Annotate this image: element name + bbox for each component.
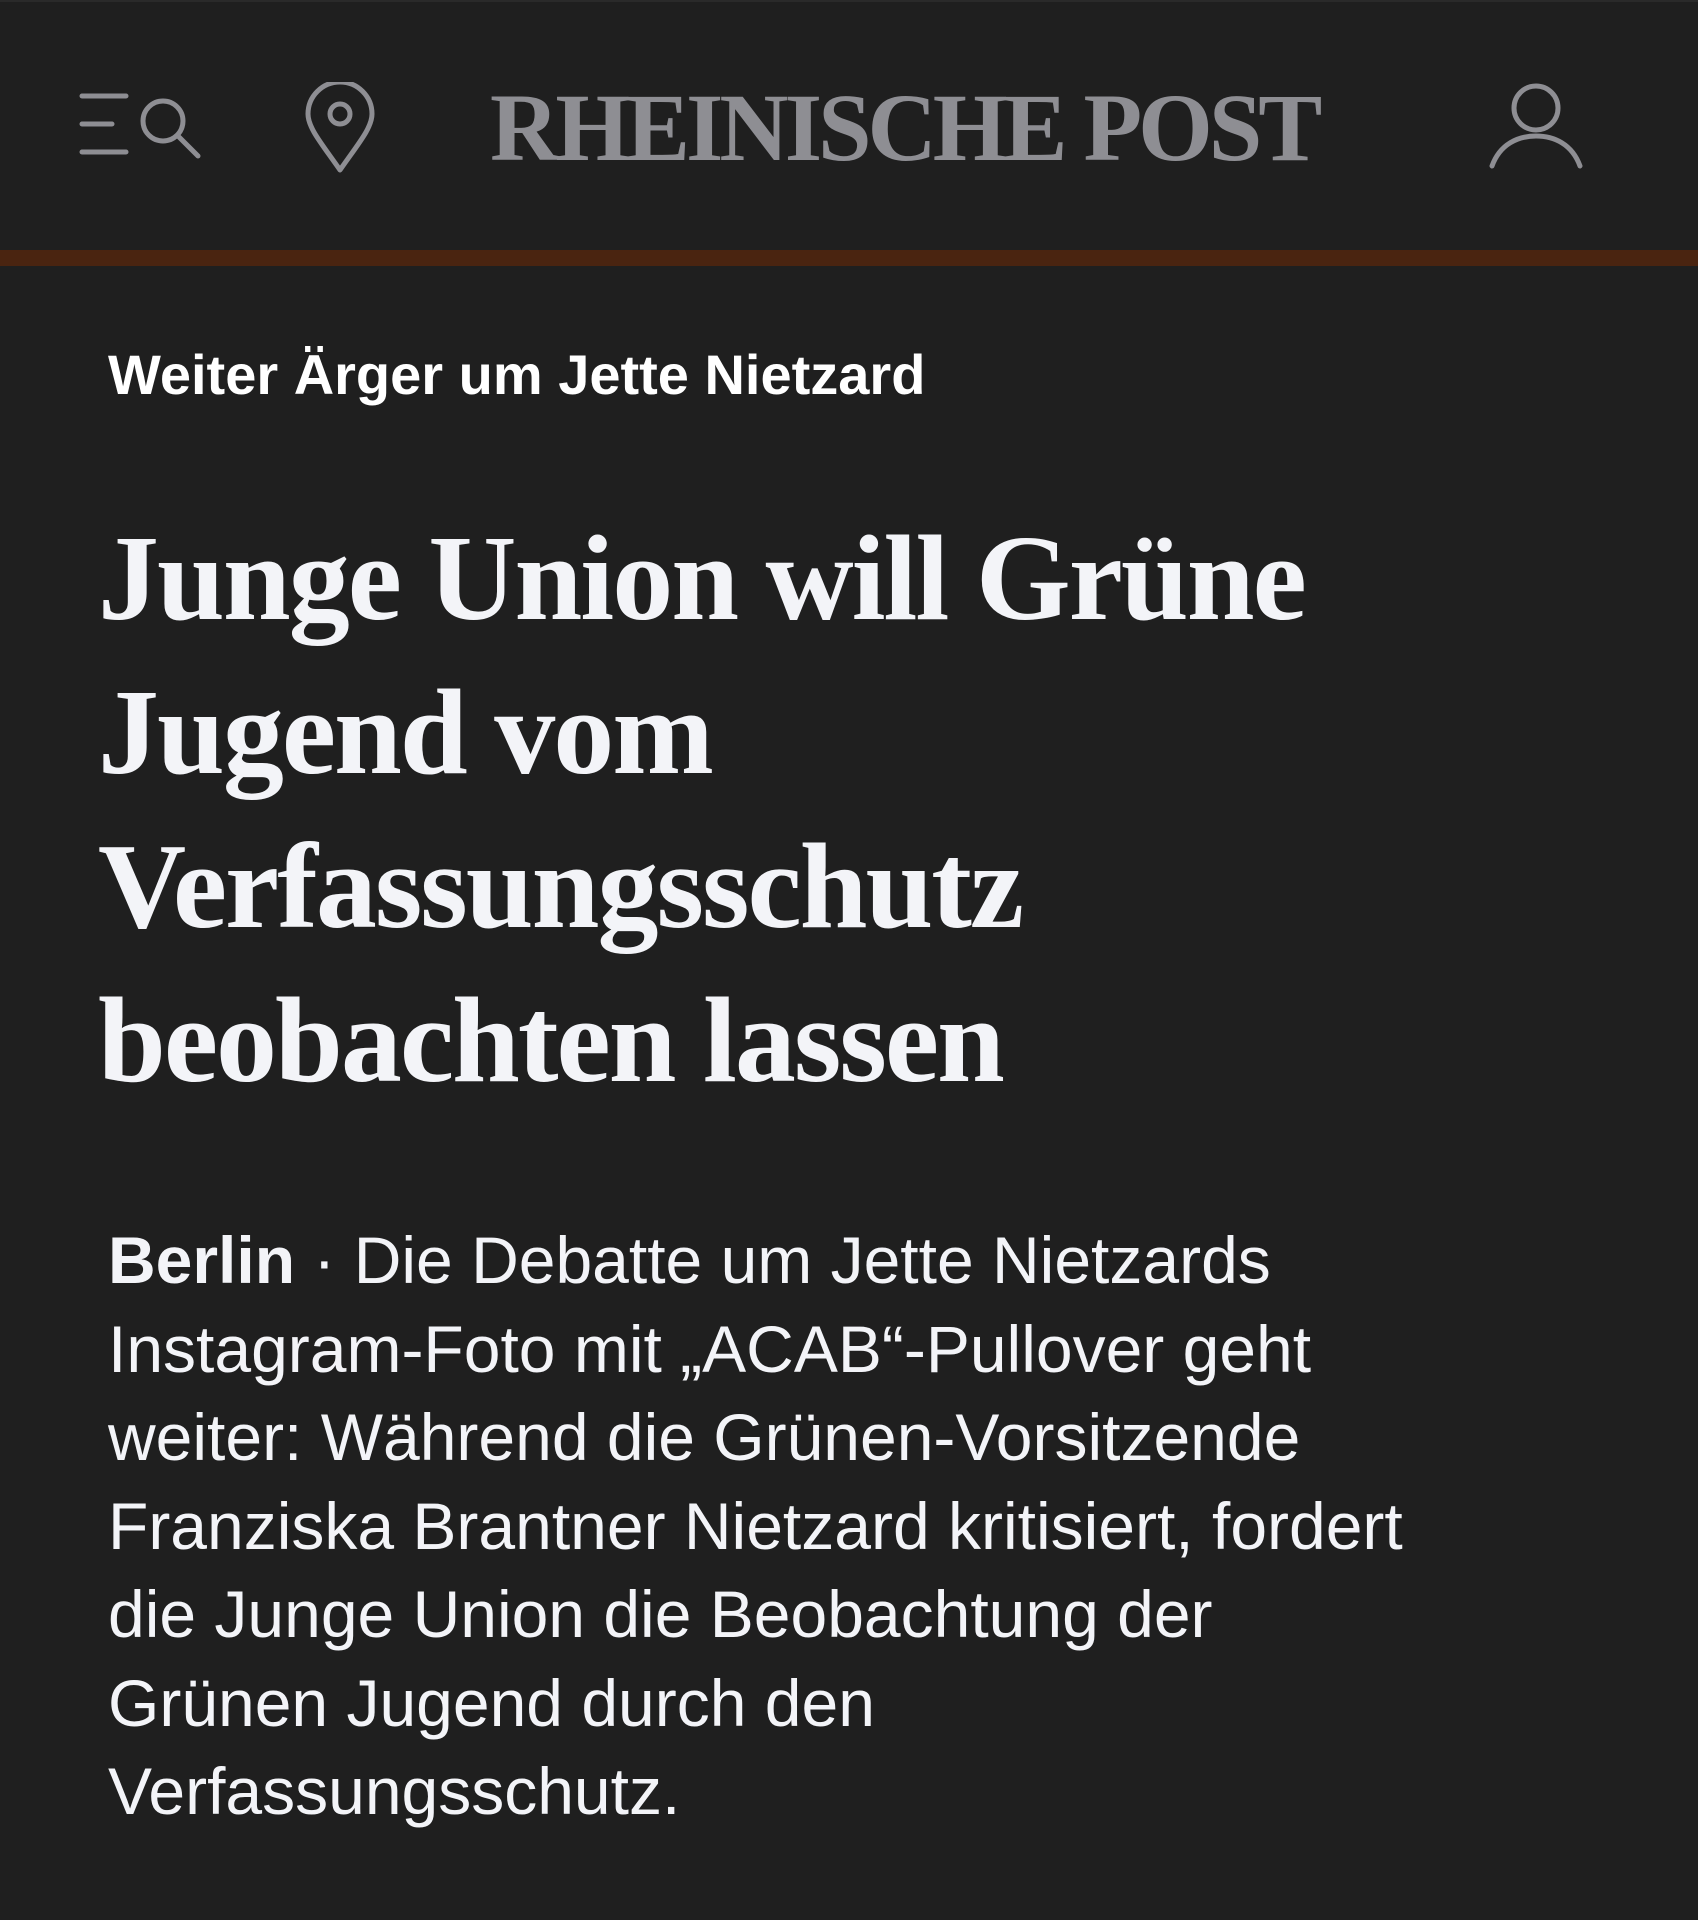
article-headline: Junge Union will Grüne Jugend vom Verfas…: [98, 502, 1598, 1118]
lead-line: Instagram-Foto mit „ACAB“-Pullover geht: [108, 1311, 1312, 1386]
lead-line: Verfassungsschutz.: [108, 1754, 681, 1828]
headline-line: beobachten lassen: [98, 973, 1005, 1108]
menu-search-icon[interactable]: [78, 84, 204, 164]
dateline-separator: ·: [295, 1223, 354, 1297]
lead-text: Die Debatte um Jette Nietzards: [353, 1223, 1271, 1297]
article-page: RHEINISCHE POST Weiter Ärger um Jette Ni…: [0, 0, 1698, 1920]
site-header: RHEINISCHE POST: [0, 0, 1698, 252]
location-pin-icon[interactable]: [300, 82, 380, 174]
site-logo[interactable]: RHEINISCHE POST: [490, 78, 1322, 178]
headline-line: Jugend vom: [98, 665, 714, 800]
dateline: Berlin: [108, 1223, 296, 1297]
headline-line: Verfassungsschutz: [98, 819, 1024, 954]
lead-line: die Junge Union die Beobachtung der: [108, 1577, 1213, 1651]
header-accent-bar: [0, 250, 1698, 266]
lead-line: Franziska Brantner Nietzard kritisiert, …: [108, 1488, 1403, 1563]
lead-line: Berlin · Die Debatte um Jette Nietzards: [108, 1216, 1608, 1305]
headline-line: Junge Union will Grüne: [98, 511, 1307, 646]
article-lead: Berlin · Die Debatte um Jette Nietzards …: [108, 1216, 1608, 1836]
article-kicker: Weiter Ärger um Jette Nietzard: [108, 343, 926, 406]
lead-line: weiter: Während die Grünen-Vorsitzende: [108, 1400, 1301, 1474]
lead-line: Grünen Jugend durch den: [108, 1665, 875, 1740]
user-icon[interactable]: [1488, 82, 1584, 174]
